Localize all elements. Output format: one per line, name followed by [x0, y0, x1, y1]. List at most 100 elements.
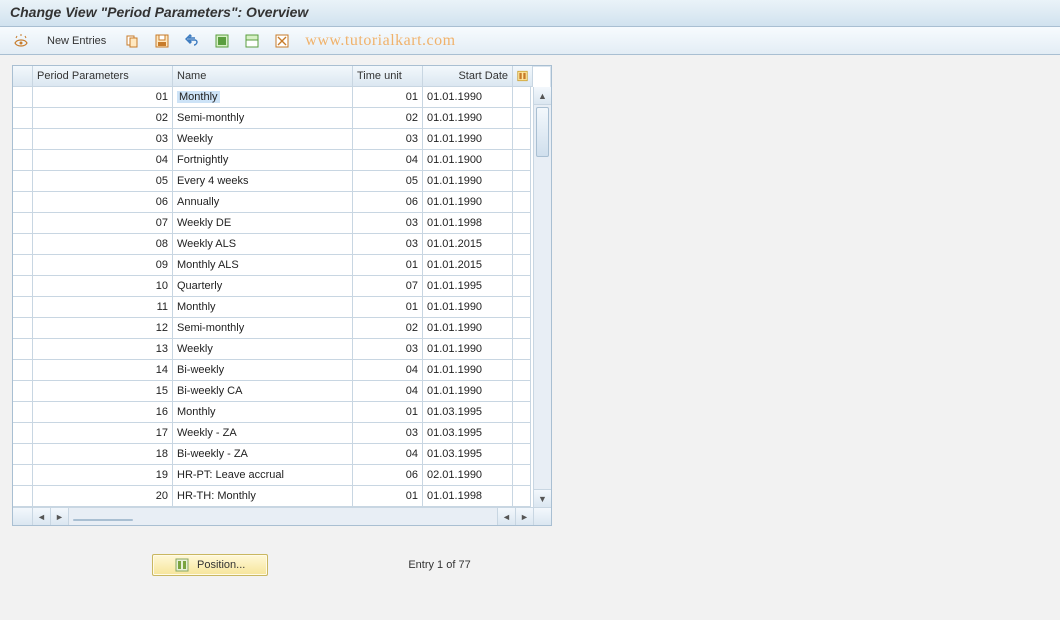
- row-selector[interactable]: [13, 360, 33, 381]
- cell-name[interactable]: Every 4 weeks: [173, 171, 353, 192]
- table-row[interactable]: 04Fortnightly0401.01.1900: [13, 150, 551, 171]
- cell-param[interactable]: 07: [33, 213, 173, 234]
- cell-param[interactable]: 01: [33, 87, 173, 108]
- deselect-icon[interactable]: [269, 31, 295, 51]
- cell-param[interactable]: 05: [33, 171, 173, 192]
- cell-name[interactable]: Weekly DE: [173, 213, 353, 234]
- position-button[interactable]: Position...: [152, 554, 268, 576]
- cell-start-date[interactable]: 01.01.1998: [423, 486, 513, 507]
- cell-time-unit[interactable]: 03: [353, 423, 423, 444]
- cell-name[interactable]: Weekly ALS: [173, 234, 353, 255]
- cell-start-date[interactable]: 01.03.1995: [423, 444, 513, 465]
- cell-time-unit[interactable]: 01: [353, 486, 423, 507]
- scroll-down-icon[interactable]: ▼: [534, 489, 551, 507]
- cell-time-unit[interactable]: 02: [353, 318, 423, 339]
- cell-start-date[interactable]: 01.01.1900: [423, 150, 513, 171]
- cell-time-unit[interactable]: 04: [353, 150, 423, 171]
- cell-param[interactable]: 03: [33, 129, 173, 150]
- cell-time-unit[interactable]: 04: [353, 381, 423, 402]
- cell-time-unit[interactable]: 06: [353, 192, 423, 213]
- cell-name[interactable]: Weekly: [173, 129, 353, 150]
- new-entries-button[interactable]: New Entries: [38, 31, 115, 51]
- table-row[interactable]: 12Semi-monthly0201.01.1990: [13, 318, 551, 339]
- col-name[interactable]: Name: [173, 66, 353, 87]
- cell-start-date[interactable]: 01.01.1990: [423, 318, 513, 339]
- cell-start-date[interactable]: 01.01.1990: [423, 360, 513, 381]
- select-all-icon[interactable]: [209, 31, 235, 51]
- col-time-unit[interactable]: Time unit: [353, 66, 423, 87]
- cell-param[interactable]: 06: [33, 192, 173, 213]
- cell-start-date[interactable]: 01.03.1995: [423, 423, 513, 444]
- cell-name[interactable]: Fortnightly: [173, 150, 353, 171]
- cell-name[interactable]: Semi-monthly: [173, 318, 353, 339]
- table-row[interactable]: 19HR-PT: Leave accrual0602.01.1990: [13, 465, 551, 486]
- cell-time-unit[interactable]: 01: [353, 255, 423, 276]
- cell-param[interactable]: 10: [33, 276, 173, 297]
- cell-start-date[interactable]: 01.01.1990: [423, 171, 513, 192]
- cell-start-date[interactable]: 01.01.1995: [423, 276, 513, 297]
- cell-param[interactable]: 13: [33, 339, 173, 360]
- row-selector[interactable]: [13, 87, 33, 108]
- cell-param[interactable]: 02: [33, 108, 173, 129]
- row-selector[interactable]: [13, 423, 33, 444]
- cell-time-unit[interactable]: 01: [353, 402, 423, 423]
- cell-name[interactable]: Bi-weekly: [173, 360, 353, 381]
- cell-start-date[interactable]: 01.01.1990: [423, 339, 513, 360]
- row-selector[interactable]: [13, 318, 33, 339]
- table-row[interactable]: 10Quarterly0701.01.1995: [13, 276, 551, 297]
- cell-param[interactable]: 11: [33, 297, 173, 318]
- table-row[interactable]: 08Weekly ALS0301.01.2015: [13, 234, 551, 255]
- save-icon[interactable]: [149, 31, 175, 51]
- row-selector[interactable]: [13, 108, 33, 129]
- row-selector[interactable]: [13, 150, 33, 171]
- cell-name[interactable]: Weekly - ZA: [173, 423, 353, 444]
- row-selector[interactable]: [13, 213, 33, 234]
- cell-time-unit[interactable]: 03: [353, 339, 423, 360]
- cell-param[interactable]: 17: [33, 423, 173, 444]
- cell-name[interactable]: HR-PT: Leave accrual: [173, 465, 353, 486]
- undo-icon[interactable]: [179, 31, 205, 51]
- copy-icon[interactable]: [119, 31, 145, 51]
- cell-start-date[interactable]: 01.01.1990: [423, 87, 513, 108]
- select-block-icon[interactable]: [239, 31, 265, 51]
- cell-param[interactable]: 04: [33, 150, 173, 171]
- table-row[interactable]: 17Weekly - ZA0301.03.1995: [13, 423, 551, 444]
- row-selector[interactable]: [13, 339, 33, 360]
- scroll-left-icon[interactable]: ◄: [33, 508, 51, 525]
- table-row[interactable]: 15Bi-weekly CA0401.01.1990: [13, 381, 551, 402]
- cell-param[interactable]: 14: [33, 360, 173, 381]
- cell-start-date[interactable]: 01.01.1990: [423, 108, 513, 129]
- cell-time-unit[interactable]: 06: [353, 465, 423, 486]
- table-row[interactable]: 16Monthly0101.03.1995: [13, 402, 551, 423]
- cell-start-date[interactable]: 01.01.2015: [423, 234, 513, 255]
- cell-param[interactable]: 20: [33, 486, 173, 507]
- cell-time-unit[interactable]: 02: [353, 108, 423, 129]
- row-selector[interactable]: [13, 171, 33, 192]
- cell-name[interactable]: Bi-weekly - ZA: [173, 444, 353, 465]
- cell-param[interactable]: 08: [33, 234, 173, 255]
- cell-start-date[interactable]: 01.01.1998: [423, 213, 513, 234]
- cell-name[interactable]: Monthly: [173, 402, 353, 423]
- cell-time-unit[interactable]: 05: [353, 171, 423, 192]
- table-row[interactable]: 13Weekly0301.01.1990: [13, 339, 551, 360]
- row-selector[interactable]: [13, 402, 33, 423]
- cell-param[interactable]: 18: [33, 444, 173, 465]
- table-row[interactable]: 18Bi-weekly - ZA0401.03.1995: [13, 444, 551, 465]
- cell-name[interactable]: Semi-monthly: [173, 108, 353, 129]
- cell-param[interactable]: 09: [33, 255, 173, 276]
- table-row[interactable]: 11Monthly0101.01.1990: [13, 297, 551, 318]
- row-selector[interactable]: [13, 234, 33, 255]
- table-row[interactable]: 09Monthly ALS0101.01.2015: [13, 255, 551, 276]
- table-row[interactable]: 05Every 4 weeks0501.01.1990: [13, 171, 551, 192]
- cell-start-date[interactable]: 01.01.1990: [423, 381, 513, 402]
- cell-time-unit[interactable]: 01: [353, 297, 423, 318]
- table-row[interactable]: 01Monthly0101.01.1990: [13, 87, 551, 108]
- scroll-left-icon-2[interactable]: ►: [51, 508, 69, 525]
- toggle-display-icon[interactable]: [8, 31, 34, 51]
- cell-param[interactable]: 12: [33, 318, 173, 339]
- table-row[interactable]: 14Bi-weekly0401.01.1990: [13, 360, 551, 381]
- cell-start-date[interactable]: 01.01.1990: [423, 297, 513, 318]
- cell-time-unit[interactable]: 01: [353, 87, 423, 108]
- cell-param[interactable]: 16: [33, 402, 173, 423]
- scroll-right-icon-2[interactable]: ◄: [497, 508, 515, 525]
